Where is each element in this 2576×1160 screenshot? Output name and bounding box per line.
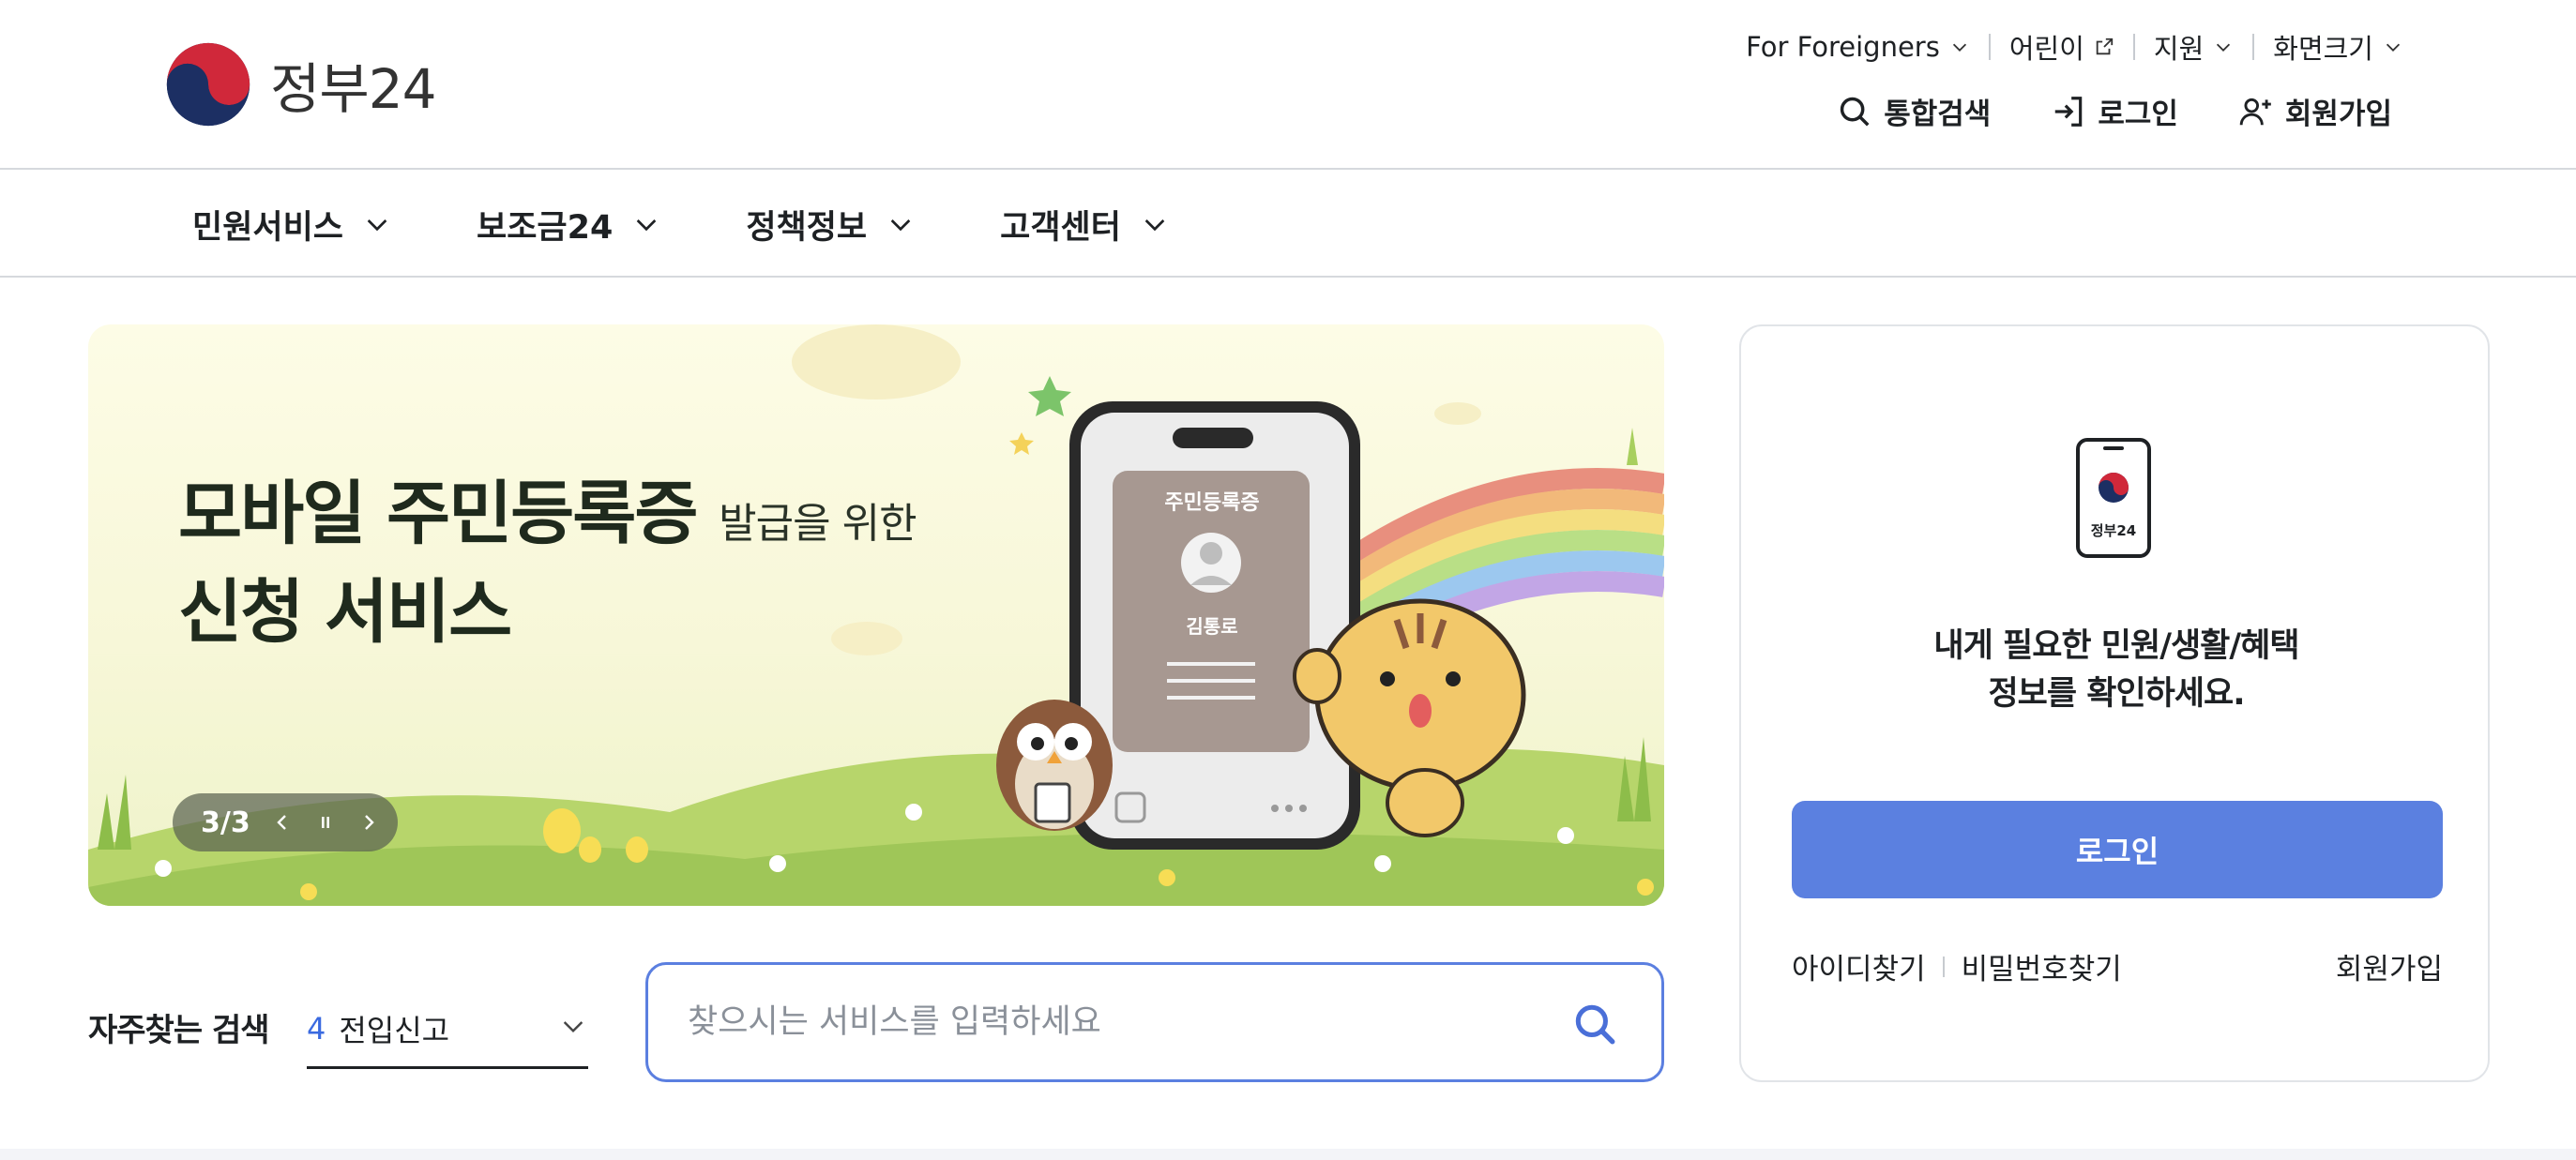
banner-title: 모바일 주민등록증 발급을 위한 신청 서비스 [178,471,917,655]
service-search-input[interactable] [688,1003,1513,1041]
util-label: 어린이 [2008,33,2084,65]
signup-link-panel[interactable]: 회원가입 [2336,945,2443,987]
integrated-search-button[interactable]: 통합검색 [1837,90,1991,132]
chevron-down-icon [367,219,387,232]
banner-title-small: 발급을 위한 [719,500,917,548]
chevron-down-icon [563,1021,583,1033]
section-divider [0,1149,2576,1160]
gnb-policy-info[interactable]: 정책정보 [746,201,916,249]
gnb-customer-center[interactable]: 고객센터 [1000,201,1170,249]
frequent-search-rank: 4 [307,1010,326,1047]
frequent-search: 자주찾는 검색 4 전입신고 [88,957,588,1097]
id-card-name: 김통로 [1186,615,1238,638]
mobile-phone-icon [2076,438,2151,558]
chevron-down-icon [890,219,911,232]
pager-count: 3/3 [201,806,250,839]
service-search [645,962,1664,1082]
header-actions: 통합검색 로그인 회원가입 [1837,90,2392,132]
main-navigation: 민원서비스 보조금24 정책정보 고객센터 [0,171,2576,278]
gnb-subsidy24[interactable]: 보조금24 [477,201,661,249]
frequent-search-label: 자주찾는 검색 [88,1011,270,1049]
signup-link[interactable]: 회원가입 [2238,90,2392,132]
util-screen-size[interactable]: 화면크기 [2254,27,2403,67]
action-label: 로그인 [2098,98,2178,131]
action-label: 통합검색 [1884,98,1992,131]
gnb-label: 민원서비스 [192,208,344,247]
banner-title-main: 모바일 주민등록증 [178,474,698,554]
gnb-label: 고객센터 [1000,208,1121,247]
login-message-line1: 내게 필요한 민원/생활/혜택 [1933,627,2299,665]
taegeuk-emblem-icon [166,42,250,127]
frequent-search-value: 전입신고 [339,1012,450,1048]
pager-pause-button[interactable] [314,811,337,834]
gnb-civil-service[interactable]: 민원서비스 [192,201,392,249]
frequent-search-select[interactable]: 4 전입신고 [307,990,588,1069]
banner-title-line2: 신청 서비스 [178,571,512,653]
chevron-down-icon [1952,43,1966,52]
login-message: 내게 필요한 민원/생활/혜택 정보를 확인하세요. [1741,623,2492,718]
gnb-menu: 민원서비스 보조금24 정책정보 고객센터 [192,171,1254,278]
chevron-down-icon [2386,43,2401,52]
search-icon[interactable] [1571,1001,1618,1047]
util-kids[interactable]: 어린이 [1991,27,2133,67]
chevron-down-icon [2217,43,2231,52]
util-for-foreigners[interactable]: For Foreigners [1727,31,1989,63]
login-link[interactable]: 로그인 [2051,90,2178,132]
chevron-left-icon [277,815,286,830]
login-icon [2055,96,2083,127]
gnb-label: 정책정보 [746,208,868,247]
utility-menu: For Foreigners 어린이 지원 화면크기 [1727,28,2403,66]
divider [1942,956,1945,977]
pager-next-button[interactable] [357,811,380,834]
util-label: 지원 [2153,33,2205,65]
login-panel: 정부24 내게 필요한 민원/생활/혜택 정보를 확인하세요. 로그인 아이디찾… [1739,324,2490,1082]
site-logo[interactable]: 정부24 [165,41,437,128]
util-label: For Foreigners [1746,31,1940,63]
external-link-icon [2096,38,2114,55]
banner-pager: 3/3 [173,793,398,851]
pause-icon [321,817,329,828]
find-id-link[interactable]: 아이디찾기 [1792,945,1926,987]
find-password-link[interactable]: 비밀번호찾기 [1962,945,2122,987]
search-icon [1841,97,1870,126]
user-add-icon [2239,98,2271,125]
login-button[interactable]: 로그인 [1792,801,2443,898]
util-label: 화면크기 [2273,33,2373,65]
phone-icon-label: 정부24 [2090,522,2137,539]
gnb-label: 보조금24 [477,208,614,247]
action-label: 회원가입 [2284,98,2392,131]
logo-text: 정부24 [270,57,437,121]
site-header: 정부24 For Foreigners 어린이 지원 화면크기 통합검색 로그인… [0,0,2576,170]
chevron-down-icon [637,219,657,232]
login-message-line2: 정보를 확인하세요. [1988,674,2245,713]
id-card-title: 주민등록증 [1164,491,1260,515]
login-links: 아이디찾기 비밀번호찾기 회원가입 [1792,945,2443,987]
chevron-down-icon [1144,219,1165,232]
pager-prev-button[interactable] [271,811,294,834]
main-banner[interactable]: 주민등록증 김통로 모바일 주민등록증 발급을 위한 신청 서비스 3/3 [88,324,1664,906]
chevron-right-icon [364,815,374,830]
util-support[interactable]: 지원 [2135,27,2252,67]
